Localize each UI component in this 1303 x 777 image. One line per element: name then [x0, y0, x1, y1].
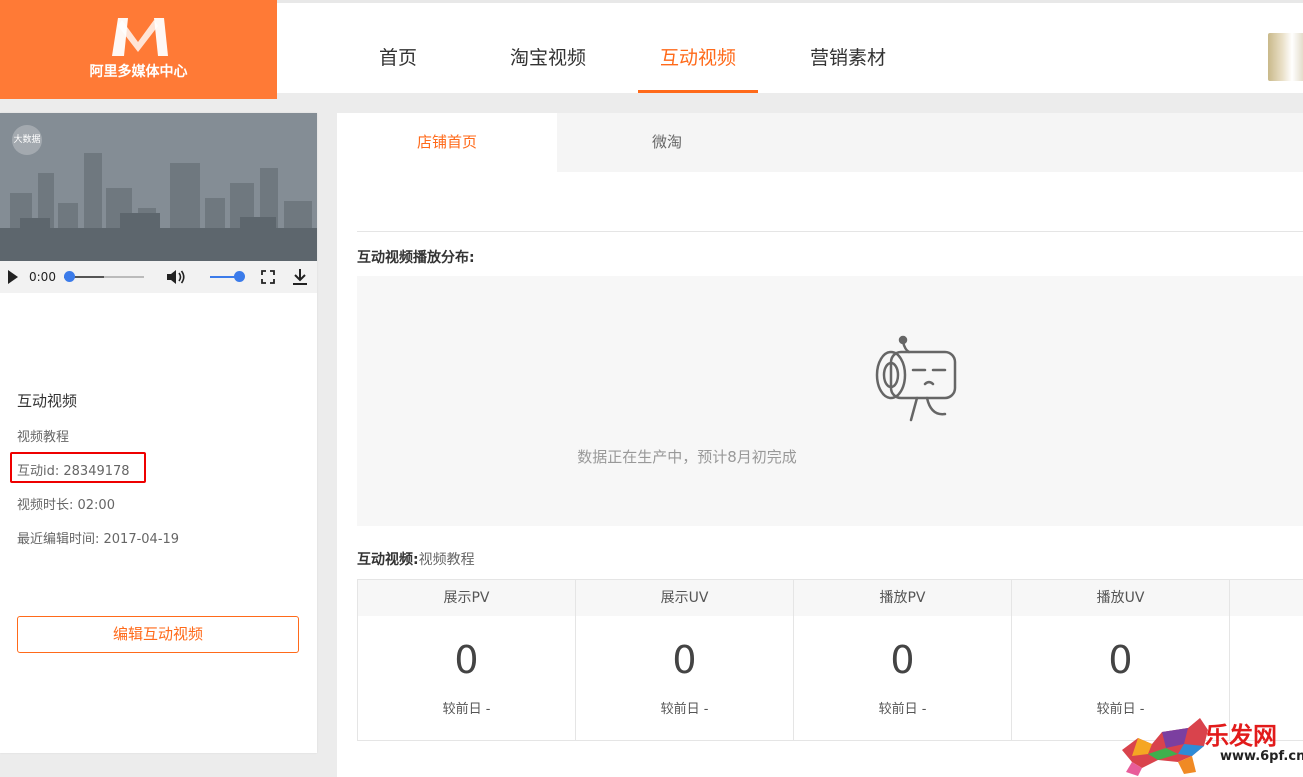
watermark-brand: 乐发网 [1205, 721, 1277, 750]
camera-mascot-icon [875, 335, 957, 422]
video-thumbnail[interactable]: 大数据 [0, 113, 317, 261]
stats-title: 互动视频:视频教程 [357, 549, 475, 569]
section-divider [357, 231, 1303, 232]
stat-header: 展示PV [358, 580, 575, 616]
tab-bar: 店铺首页 微淘 [337, 113, 1303, 172]
stat-compare: 较前日 - [878, 702, 927, 717]
stat-value: 0 [672, 638, 697, 682]
nav-item-home[interactable]: 首页 [338, 3, 458, 93]
brand-name: 阿里多媒体中心 [89, 64, 188, 80]
progress-slider[interactable] [64, 271, 144, 282]
thumbnail-badge: 大数据 [12, 125, 42, 155]
fullscreen-icon[interactable] [261, 270, 275, 284]
volume-slider[interactable] [210, 271, 245, 282]
stat-value: 0 [1108, 638, 1133, 682]
video-detail-panel: 大数据 0:00 互动视频 视频教程 互动id: 28349178 视频时长: … [0, 113, 317, 753]
nav-item-interactive-video[interactable]: 互动视频 [638, 3, 758, 93]
volume-handle[interactable] [234, 271, 245, 282]
stat-value: 0 [890, 638, 915, 682]
main-content: 店铺首页 微淘 互动视频播放分布: 数据正在生产中，预计8月初完成 互动视频:视… [337, 113, 1303, 777]
stat-header: 展示UV [576, 580, 793, 616]
stat-header-empty [1230, 580, 1303, 616]
video-duration: 视频时长: 02:00 [17, 498, 115, 513]
nav-item-marketing-material[interactable]: 营销素材 [788, 3, 908, 93]
distribution-title: 互动视频播放分布: [357, 250, 475, 266]
logo[interactable]: 阿里多媒体中心 [0, 0, 277, 99]
nav-item-taobao-video[interactable]: 淘宝视频 [488, 3, 608, 93]
stat-header: 播放UV [1012, 580, 1229, 616]
distribution-empty-state: 数据正在生产中，预计8月初完成 [357, 276, 1303, 526]
video-controls: 0:00 [0, 261, 317, 293]
current-time: 0:00 [29, 270, 56, 284]
stat-header: 播放PV [794, 580, 1011, 616]
video-category: 互动视频 [17, 392, 78, 410]
stat-compare: 较前日 - [660, 702, 709, 717]
brand-logo-icon [112, 18, 168, 56]
last-edited-time: 最近编辑时间: 2017-04-19 [17, 532, 180, 547]
download-icon[interactable] [292, 268, 308, 286]
stat-column-display-pv: 展示PV 0 较前日 - [358, 580, 576, 740]
stat-value: 0 [454, 638, 479, 682]
city-skyline-image [0, 113, 317, 261]
tab-store-home[interactable]: 店铺首页 [337, 113, 557, 172]
stat-column-display-uv: 展示UV 0 较前日 - [576, 580, 794, 740]
stat-compare: 较前日 - [442, 702, 491, 717]
tab-weitao[interactable]: 微淘 [557, 113, 777, 172]
empty-state-message: 数据正在生产中，预计8月初完成 [577, 448, 797, 466]
play-icon[interactable] [8, 270, 18, 284]
volume-icon[interactable] [166, 269, 186, 285]
edit-interactive-video-button[interactable]: 编辑互动视频 [17, 616, 299, 653]
id-highlight-box [10, 452, 146, 483]
progress-handle[interactable] [64, 271, 75, 282]
watermark-url: www.6pf.cn [1220, 749, 1303, 764]
main-nav: 首页 淘宝视频 互动视频 营销素材 [338, 3, 938, 93]
video-title: 视频教程 [17, 430, 70, 445]
stats-subtitle: 视频教程 [418, 552, 475, 568]
stat-column-play-pv: 播放PV 0 较前日 - [794, 580, 1012, 740]
stats-title-label: 互动视频: [357, 552, 419, 568]
user-avatar[interactable] [1268, 33, 1303, 81]
